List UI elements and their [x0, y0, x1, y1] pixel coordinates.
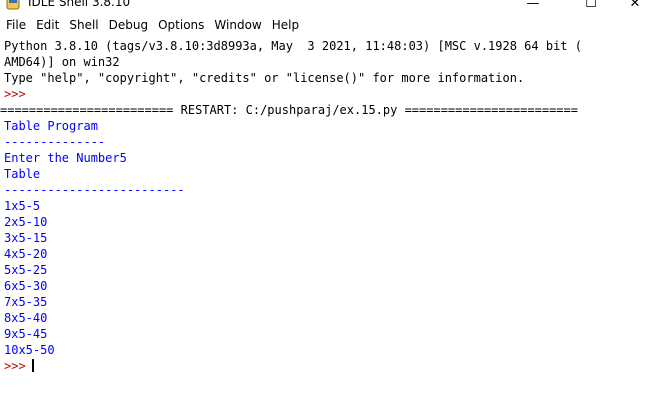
- banner-line-2: AMD64)] on win32: [4, 55, 120, 69]
- output-line: Enter the Number5: [4, 151, 127, 165]
- output-line: 9x5-45: [4, 327, 48, 341]
- menu-window[interactable]: Window: [209, 15, 266, 36]
- output-line: 4x5-20: [4, 247, 48, 261]
- output-line: 3x5-15: [4, 231, 48, 245]
- output-line: 10x5-50: [4, 343, 55, 357]
- minimize-button[interactable]: —: [510, 0, 556, 14]
- menu-options[interactable]: Options: [153, 15, 209, 36]
- python-idle-icon: [6, 0, 20, 10]
- title-bar: IDLE Shell 3.8.10 — ☐ ✕: [0, 0, 649, 14]
- final-prompt: >>>: [4, 359, 26, 373]
- shell-prompt: >>>: [4, 87, 26, 101]
- menu-debug[interactable]: Debug: [104, 15, 153, 36]
- output-line: 8x5-40: [4, 311, 48, 325]
- shell-text-area[interactable]: Python 3.8.10 (tags/v3.8.10:3d8993a, May…: [0, 38, 649, 403]
- output-line: Table Program: [4, 119, 98, 133]
- maximize-button[interactable]: ☐: [568, 0, 614, 14]
- banner-line-1: Python 3.8.10 (tags/v3.8.10:3d8993a, May…: [4, 39, 582, 53]
- output-line: -------------------------: [4, 183, 185, 197]
- window-title: IDLE Shell 3.8.10: [28, 0, 131, 9]
- output-line: 2x5-10: [4, 215, 48, 229]
- menu-bar: File Edit Shell Debug Options Window Hel…: [0, 15, 649, 36]
- output-line: Table: [4, 167, 41, 181]
- menu-edit[interactable]: Edit: [31, 15, 64, 36]
- close-button[interactable]: ✕: [612, 0, 649, 14]
- restart-line: ======================== RESTART: C:/pus…: [0, 103, 578, 117]
- banner-line-3: Type "help", "copyright", "credits" or "…: [4, 71, 525, 85]
- output-line: 6x5-30: [4, 279, 48, 293]
- menu-shell[interactable]: Shell: [64, 15, 103, 36]
- menu-file[interactable]: File: [1, 15, 31, 36]
- input-prompt-line[interactable]: >>>: [4, 358, 34, 374]
- text-cursor: [31, 359, 34, 372]
- output-line: 5x5-25: [4, 263, 48, 277]
- output-line: --------------: [4, 135, 106, 149]
- output-line: 1x5-5: [4, 199, 41, 213]
- menu-help[interactable]: Help: [267, 15, 304, 36]
- output-line: 7x5-35: [4, 295, 48, 309]
